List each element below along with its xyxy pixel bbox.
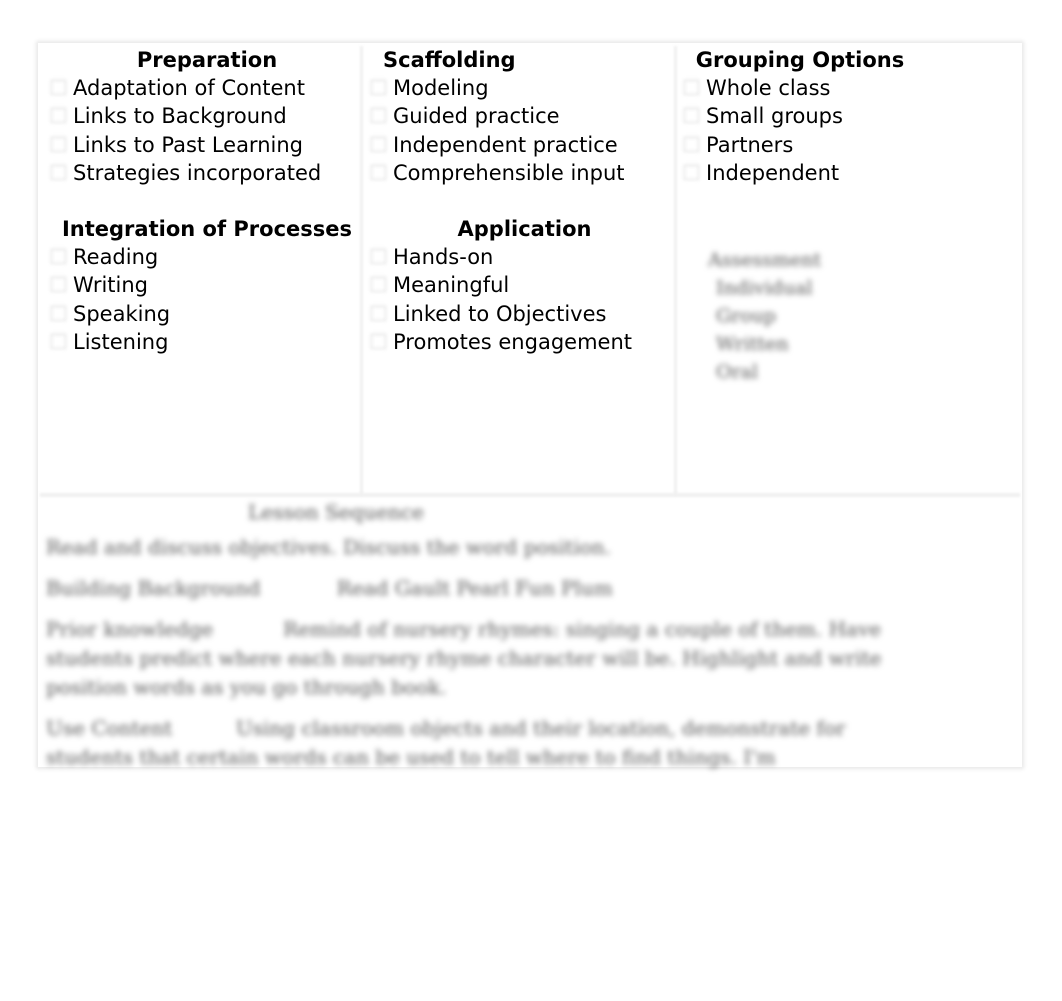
sequence-line: Building Background Read Gault Pearl Fun… bbox=[46, 576, 613, 600]
divider bbox=[360, 46, 363, 496]
checkbox-icon[interactable]: ☐ bbox=[49, 74, 73, 102]
checklist-item: Oral bbox=[716, 361, 759, 383]
checklist-item: ☐ Small groups bbox=[682, 102, 1010, 130]
scaffolding-column: Scaffolding ☐ Modeling ☐ Guided practice ☐… bbox=[369, 46, 672, 356]
checklist-item: ☐ Adaptation of Content bbox=[49, 74, 357, 102]
checklist-item: ☐ Speaking bbox=[49, 300, 357, 328]
checkbox-icon[interactable]: ☐ bbox=[49, 328, 73, 356]
preparation-column: Preparation ☐ Adaptation of Content ☐ Link… bbox=[49, 46, 357, 356]
checkbox-icon[interactable]: ☐ bbox=[369, 300, 393, 328]
checkbox-icon[interactable]: ☐ bbox=[369, 328, 393, 356]
grouping-heading: Grouping Options bbox=[695, 48, 905, 72]
checkbox-icon[interactable]: ☐ bbox=[49, 271, 73, 299]
assessment-section: Assessment Individual Group Written Oral bbox=[690, 246, 821, 386]
checkbox-icon[interactable]: ☐ bbox=[369, 271, 393, 299]
checklist-item: ☐ Linked to Objectives bbox=[369, 300, 672, 328]
sequence-line: Prior knowledge Remind of nursery rhymes… bbox=[46, 617, 888, 699]
checkbox-icon[interactable]: ☐ bbox=[682, 74, 706, 102]
checklist-item: ☐ Comprehensible input bbox=[369, 159, 672, 187]
sequence-line: Use Content Using classroom objects and … bbox=[46, 716, 852, 769]
checklist-item: Written bbox=[716, 333, 789, 355]
integration-heading: Integration of Processes bbox=[61, 217, 352, 242]
checklist-item: ☐ Whole class bbox=[682, 74, 1010, 102]
preparation-heading: Preparation bbox=[136, 48, 278, 72]
checkbox-icon[interactable]: ☐ bbox=[49, 131, 73, 159]
checkbox-icon[interactable]: ☐ bbox=[49, 243, 73, 271]
checklist-item: ☐ Independent bbox=[682, 159, 1010, 187]
scaffolding-heading: Scaffolding bbox=[383, 48, 516, 72]
checklist-item: ☐ Strategies incorporated bbox=[49, 159, 357, 187]
divider bbox=[674, 46, 677, 496]
checklist-item: ☐ Links to Background bbox=[49, 102, 357, 130]
sequence-line: Read and discuss objectives. Discuss the… bbox=[46, 535, 611, 559]
lesson-sequence-section: Lesson Sequence Read and discuss objecti… bbox=[46, 498, 906, 784]
grouping-column: Grouping Options ☐ Whole class ☐ Small gro… bbox=[682, 46, 1010, 187]
checkbox-icon[interactable]: ☐ bbox=[369, 159, 393, 187]
checklist-item: ☐ Reading bbox=[49, 243, 357, 271]
checkbox-icon[interactable]: ☐ bbox=[369, 243, 393, 271]
lesson-sequence-heading: Lesson Sequence bbox=[248, 500, 424, 524]
checkbox-icon[interactable]: ☐ bbox=[369, 131, 393, 159]
checklist-item: ☐ Independent practice bbox=[369, 131, 672, 159]
assessment-heading: Assessment bbox=[708, 249, 822, 271]
checkbox-icon[interactable]: ☐ bbox=[369, 74, 393, 102]
checklist-item: Individual bbox=[716, 277, 813, 299]
checklist-item: ☐ Promotes engagement bbox=[369, 328, 672, 356]
checklist-item: ☐ Guided practice bbox=[369, 102, 672, 130]
checklist-item: ☐ Modeling bbox=[369, 74, 672, 102]
checkbox-icon[interactable]: ☐ bbox=[49, 300, 73, 328]
checkbox-icon[interactable]: ☐ bbox=[49, 102, 73, 130]
divider bbox=[40, 493, 1020, 497]
checklist-item: ☐ Hands-on bbox=[369, 243, 672, 271]
checklist-item: ☐ Partners bbox=[682, 131, 1010, 159]
checkbox-icon[interactable]: ☐ bbox=[682, 159, 706, 187]
checklist-item: ☐ Writing bbox=[49, 271, 357, 299]
checkbox-icon[interactable]: ☐ bbox=[682, 102, 706, 130]
checkbox-icon[interactable]: ☐ bbox=[49, 159, 73, 187]
checklist-item: ☐ Links to Past Learning bbox=[49, 131, 357, 159]
checklist-item: ☐ Listening bbox=[49, 328, 357, 356]
checklist-item: Group bbox=[716, 305, 777, 327]
checklist-item: ☐ Meaningful bbox=[369, 271, 672, 299]
checkbox-icon[interactable]: ☐ bbox=[369, 102, 393, 130]
checkbox-icon[interactable]: ☐ bbox=[682, 131, 706, 159]
application-heading: Application bbox=[457, 217, 592, 242]
